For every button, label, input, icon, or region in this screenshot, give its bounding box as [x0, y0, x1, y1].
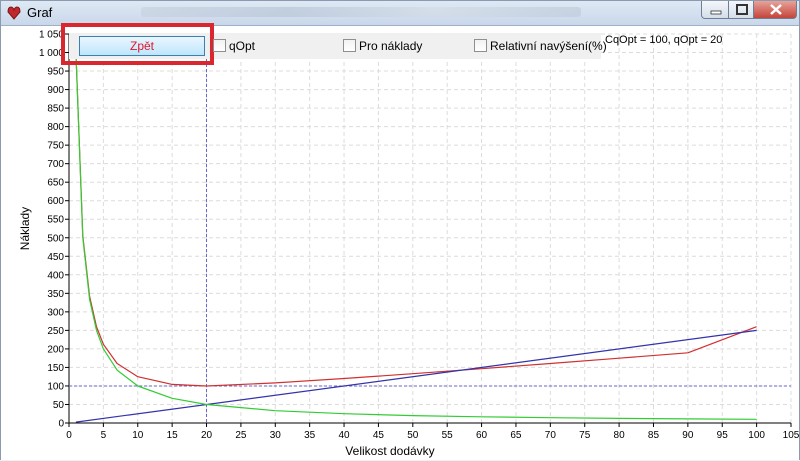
y-tick-label: 550 — [47, 215, 64, 226]
y-tick-label: 200 — [47, 344, 64, 355]
y-tick-label: 600 — [47, 196, 64, 207]
y-tick-label: 650 — [47, 178, 64, 189]
x-tick-label: 100 — [748, 430, 765, 441]
cost-chart: 0 5 10 15 20 25 30 35 40 45 50 55 60 65 70 75 80 85 90 95 10… — [18, 30, 800, 459]
graph-window: Graf 0 5 10 15 20 25 30 35 40 45 50 55 60 65 70 75 80 85 9… — [0, 0, 800, 460]
y-tick-label: 300 — [47, 307, 64, 318]
x-tick-label: 30 — [270, 430, 282, 441]
y-tick-label: 750 — [47, 141, 64, 152]
x-tick-label: 35 — [304, 430, 316, 441]
x-tick-label: 5 — [101, 430, 107, 441]
y-tick-label: 50 — [53, 400, 65, 411]
x-tick-label: 85 — [648, 430, 660, 441]
x-tick-label: 25 — [235, 430, 247, 441]
total-cost-line — [75, 51, 757, 387]
x-tick-label: 75 — [579, 430, 591, 441]
y-tick-label: 250 — [47, 326, 64, 337]
y-tick-label: 700 — [47, 159, 64, 170]
x-tick-label: 65 — [510, 430, 522, 441]
y-tick-label: 900 — [47, 85, 64, 96]
hyperbolic-cost-line — [75, 52, 757, 420]
y-axis-title: Náklady — [18, 207, 32, 250]
optimum-info: CqOpt = 100, qOpt = 20 — [605, 34, 723, 46]
y-tick-label: 150 — [47, 363, 64, 374]
y-tick-label: 800 — [47, 122, 64, 133]
y-tick-label: 400 — [47, 270, 64, 281]
x-tick-label: 90 — [682, 430, 694, 441]
x-tick-label: 50 — [407, 430, 419, 441]
pro-naklady-checkbox[interactable] — [343, 39, 356, 52]
x-tick-label: 40 — [338, 430, 350, 441]
x-tick-label: 55 — [442, 430, 454, 441]
y-tick-label: 350 — [47, 289, 64, 300]
relativni-navyseni-label: Relativní navýšení(%) — [490, 39, 607, 53]
x-axis-title: Velikost dodávky — [345, 444, 434, 458]
highlight-box — [61, 23, 214, 65]
x-tick-label: 70 — [545, 430, 557, 441]
qopt-checkbox[interactable] — [213, 39, 226, 52]
x-tick-label: 15 — [167, 430, 179, 441]
y-tick-label: 100 — [47, 381, 64, 392]
x-tick-label: 105 — [783, 430, 800, 441]
linear-cost-line — [75, 329, 757, 423]
x-tick-label: 45 — [373, 430, 385, 441]
y-tick-label: 500 — [47, 233, 64, 244]
pro-naklady-label: Pro náklady — [359, 39, 423, 53]
y-tick-label: 450 — [47, 252, 64, 263]
y-tick-label: 950 — [47, 67, 64, 78]
x-tick-label: 95 — [717, 430, 729, 441]
x-tick-label: 10 — [132, 430, 144, 441]
x-tick-label: 80 — [614, 430, 626, 441]
qopt-label: qOpt — [229, 39, 256, 53]
relativni-navyseni-checkbox[interactable] — [474, 39, 487, 52]
x-tick-label: 0 — [66, 430, 72, 441]
x-tick-label: 60 — [476, 430, 488, 441]
y-tick-label: 850 — [47, 104, 64, 115]
y-tick-label: 0 — [58, 419, 64, 430]
x-tick-label: 20 — [201, 430, 213, 441]
